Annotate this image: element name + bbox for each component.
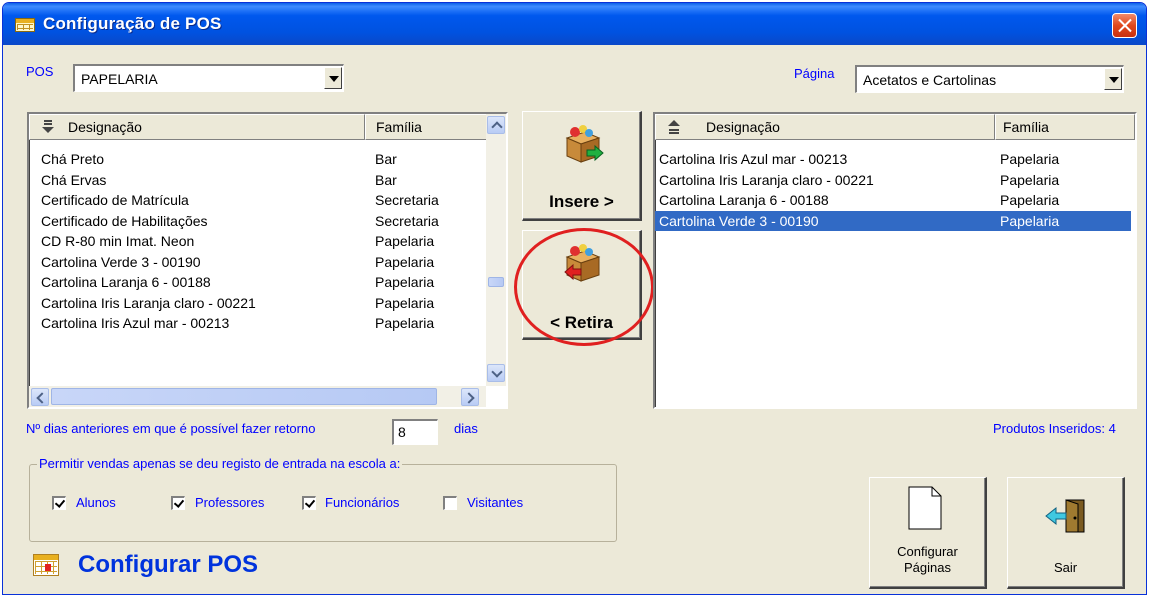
familia-cell: Papelaria — [1000, 192, 1060, 208]
pos-config-window: Configuração de POS POS PAPELARIA Página… — [2, 2, 1147, 595]
pages-label: Páginas — [904, 560, 951, 575]
exit-button[interactable]: Sair — [1007, 477, 1125, 589]
column-header-designacao[interactable]: Designação — [655, 114, 995, 140]
professores-checkbox[interactable] — [171, 496, 185, 510]
highlight-circle — [514, 228, 654, 346]
designacao-cell: Cartolina Iris Azul mar - 00213 — [659, 151, 848, 167]
familia-cell: Papelaria — [1000, 171, 1060, 188]
sort-up-icon — [668, 120, 680, 134]
pagina-label: Página — [794, 66, 835, 81]
designacao-cell: Cartolina Iris Laranja claro - 00221 — [41, 294, 256, 311]
designacao-cell: Cartolina Iris Laranja claro - 00221 — [659, 171, 874, 188]
chevron-down-icon[interactable] — [324, 67, 342, 89]
designacao-cell: Certificado de Matrícula — [41, 192, 189, 208]
page-icon — [908, 486, 942, 530]
list-item[interactable]: Cartolina Verde 3 - 00190 Papelaria — [29, 252, 484, 272]
list-item[interactable]: Certificado de Habilitações Secretaria — [29, 211, 484, 231]
designacao-cell: Chá Preto — [41, 151, 105, 167]
alunos-checkbox[interactable] — [52, 496, 66, 510]
list-item[interactable]: Cartolina Verde 3 - 00190 Papelaria — [655, 210, 1131, 231]
visitantes-label: Visitantes — [467, 495, 524, 510]
list-item[interactable]: Cartolina Iris Azul mar - 00213 Papelaria — [655, 149, 1131, 169]
header-label: Família — [376, 119, 422, 135]
pagina-select[interactable]: Acetatos e Cartolinas — [855, 65, 1124, 93]
close-button[interactable] — [1112, 13, 1137, 38]
familia-cell: Papelaria — [375, 315, 435, 331]
insert-label: Insere > — [549, 192, 614, 211]
scroll-down-icon[interactable] — [487, 364, 505, 382]
retorno-days-input[interactable]: 8 — [392, 419, 438, 445]
scroll-left-icon[interactable] — [31, 388, 49, 406]
header-label: Família — [1003, 119, 1049, 135]
list-item[interactable]: CD R-80 min Imat. Neon Papelaria — [29, 231, 484, 251]
column-header-designacao[interactable]: Designação — [29, 114, 365, 140]
list-item[interactable]: Cartolina Iris Laranja claro - 00221 Pape… — [655, 170, 1131, 190]
retorno-unit: dias — [454, 421, 478, 436]
chevron-down-icon[interactable] — [1104, 68, 1122, 90]
header-label: Designação — [706, 119, 780, 135]
configure-label: Configurar — [897, 544, 958, 559]
designacao-cell: Cartolina Verde 3 - 00190 — [41, 253, 201, 270]
title-bar: Configuração de POS — [3, 3, 1146, 45]
familia-cell: Papelaria — [375, 294, 435, 311]
list-item[interactable]: Cartolina Iris Azul mar - 00213 Papelaria — [29, 313, 484, 333]
familia-cell: Papelaria — [1000, 212, 1060, 229]
familia-cell: Bar — [375, 171, 397, 188]
pos-selected-value: PAPELARIA — [81, 71, 158, 87]
list-item[interactable]: Cartolina Laranja 6 - 00188 Papelaria — [29, 272, 484, 292]
permitir-group — [29, 464, 617, 542]
familia-cell: Papelaria — [375, 233, 435, 249]
produtos-inseridos-count: Produtos Inseridos: 4 — [993, 421, 1116, 436]
designacao-cell: Chá Ervas — [41, 171, 107, 188]
familia-cell: Bar — [375, 151, 397, 167]
sort-down-icon — [42, 120, 54, 133]
list-item[interactable]: Cartolina Laranja 6 - 00188 Papelaria — [655, 190, 1131, 210]
exit-label: Sair — [1053, 560, 1078, 575]
designacao-cell: Cartolina Verde 3 - 00190 — [659, 212, 819, 229]
professores-label: Professores — [195, 495, 265, 510]
configure-pages-button[interactable]: Configurar Páginas — [869, 477, 987, 589]
familia-cell: Papelaria — [375, 274, 435, 290]
familia-cell: Secretaria — [375, 212, 439, 229]
vertical-scrollbar[interactable] — [486, 114, 506, 386]
page-products-list[interactable]: Designação Família Cartolina Iris Azul m… — [653, 112, 1137, 409]
scroll-thumb-horizontal[interactable] — [51, 388, 437, 405]
visitantes-checkbox[interactable] — [443, 496, 457, 510]
familia-cell: Papelaria — [375, 253, 435, 270]
window-title: Configuração de POS — [43, 14, 222, 33]
familia-cell: Papelaria — [1000, 151, 1060, 167]
familia-cell: Secretaria — [375, 192, 439, 208]
pagina-selected-value: Acetatos e Cartolinas — [863, 72, 997, 88]
column-header-familia[interactable]: Família — [995, 114, 1135, 140]
insert-button[interactable]: Insere > — [522, 111, 642, 221]
horizontal-scrollbar[interactable] — [29, 386, 486, 407]
column-header-familia[interactable]: Família — [365, 114, 487, 140]
scroll-up-icon[interactable] — [487, 116, 505, 134]
designacao-cell: Certificado de Habilitações — [41, 212, 208, 229]
funcionarios-checkbox[interactable] — [302, 496, 316, 510]
retorno-label: Nº dias anteriores em que é possível faz… — [26, 421, 316, 436]
list-item[interactable]: Certificado de Matrícula Secretaria — [29, 190, 484, 210]
scroll-thumb[interactable] — [488, 277, 504, 287]
designacao-cell: Cartolina Laranja 6 - 00188 — [41, 274, 211, 290]
page-title: Configurar POS — [78, 551, 259, 578]
designacao-cell: Cartolina Iris Azul mar - 00213 — [41, 315, 230, 331]
scroll-right-icon[interactable] — [461, 388, 479, 406]
designacao-cell: CD R-80 min Imat. Neon — [41, 233, 195, 249]
available-products-list[interactable]: Designação Família Chá Preto Bar Chá Ervas… — [27, 112, 508, 409]
list-item[interactable]: Cartolina Iris Laranja claro - 00221 Pape… — [29, 293, 484, 313]
designacao-cell: Cartolina Laranja 6 - 00188 — [659, 192, 829, 208]
window-grid-icon — [15, 18, 35, 32]
list-item[interactable]: Chá Ervas Bar — [29, 170, 484, 190]
alunos-label: Alunos — [76, 495, 116, 510]
exit-door-icon — [1045, 499, 1085, 533]
list-item[interactable]: Chá Preto Bar — [29, 149, 484, 169]
funcionarios-label: Funcionários — [325, 495, 400, 510]
window-grid-icon — [33, 554, 59, 576]
header-label: Designação — [68, 119, 142, 135]
pos-select[interactable]: PAPELARIA — [73, 64, 344, 92]
permitir-title: Permitir vendas apenas se deu registo de… — [37, 456, 403, 471]
insert-box-icon — [565, 125, 604, 163]
pos-label: POS — [26, 64, 54, 79]
